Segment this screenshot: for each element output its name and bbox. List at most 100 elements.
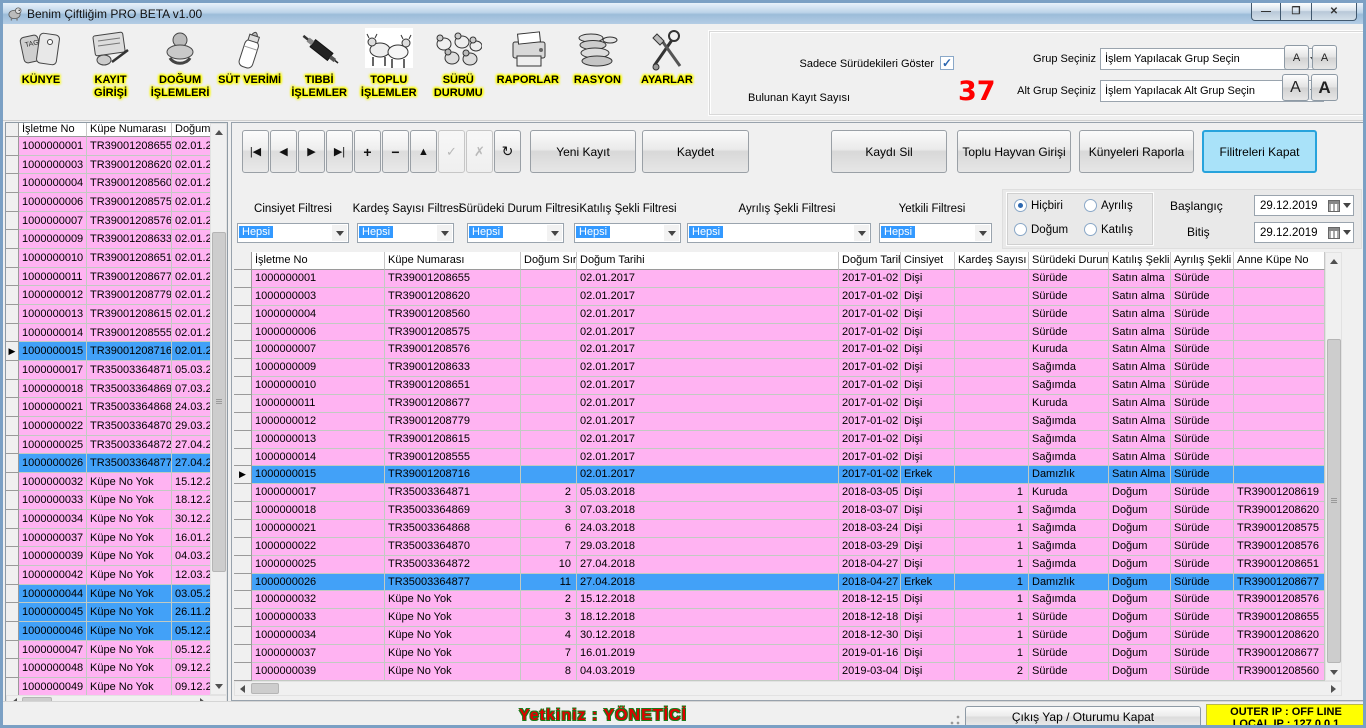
scroll-down-icon[interactable] [1327,665,1341,679]
cell[interactable]: 02.01.2017 [172,193,211,212]
cell[interactable] [955,431,1029,449]
table-row[interactable]: 1000000012TR3900120877902.01.2017 [6,286,211,305]
minimize-button[interactable]: — [1251,3,1281,21]
cell[interactable]: 2017-01-02 [839,341,901,359]
column-header[interactable]: Küpe Numarası [87,123,172,137]
column-header[interactable]: Cinsiyet [901,252,955,270]
cell[interactable]: 05.12.20 [172,641,211,660]
font-size-small-button-1[interactable]: A [1284,45,1309,70]
ayrilis-filter-combo[interactable]: Hepsi [687,223,871,243]
cell[interactable]: TR39001208560 [385,306,521,324]
column-header[interactable]: Doğum Tarihi [839,252,901,270]
cell[interactable]: TR39001208633 [87,230,172,249]
cell[interactable]: 1000000007 [252,341,385,359]
table-row[interactable]: 1000000003TR3900120862002.01.20172017-01… [234,288,1325,306]
cell[interactable]: 2019-03-04 [839,663,901,681]
cell[interactable]: 1000000045 [19,603,87,622]
table-row[interactable]: 1000000009TR3900120863302.01.2017 [6,230,211,249]
cell[interactable]: Sağımda [1029,520,1109,538]
cell[interactable]: 02.01.2017 [172,249,211,268]
cell[interactable]: 1000000015 [19,342,87,361]
table-row-selected[interactable]: 1000000026TR3500336487727.04.2018 [6,454,211,473]
cell[interactable] [955,395,1029,413]
cell[interactable]: Doğum [1109,520,1171,538]
cell[interactable]: 1000000025 [252,556,385,574]
toolbar-toplu-islemler-button[interactable]: TOPLU İŞLEMLER [355,26,423,118]
cell[interactable]: 2017-01-02 [839,306,901,324]
cell[interactable]: Sürüde [1029,609,1109,627]
column-header[interactable]: Doğum Sırası [521,252,577,270]
nav-prior-button[interactable]: ◀ [270,130,297,173]
table-row[interactable]: 1000000001TR3900120865502.01.20172017-01… [234,270,1325,288]
chevron-down-icon[interactable] [332,225,347,241]
cell[interactable]: Sürüde [1171,449,1234,467]
cell[interactable]: Doğum [1109,502,1171,520]
cell[interactable]: 24.03.2018 [172,398,211,417]
cell[interactable]: 09.12.20 [172,678,211,697]
cell[interactable]: 1000000022 [252,538,385,556]
cell[interactable]: Doğum [1109,574,1171,592]
cell[interactable]: 2017-01-02 [839,466,901,484]
cell[interactable]: Dişi [901,413,955,431]
cell[interactable]: TR39001208620 [385,288,521,306]
cell[interactable]: 1000000026 [19,454,87,473]
cell[interactable] [1234,306,1325,324]
cell[interactable]: TR39001208677 [1234,574,1325,592]
cell[interactable] [955,449,1029,467]
cell[interactable]: Sürüde [1171,288,1234,306]
row-selector[interactable]: ▶ [6,342,19,361]
katilis-filter-combo[interactable]: Hepsi [574,223,681,243]
cell[interactable]: Doğum [1109,627,1171,645]
row-selector[interactable] [6,510,19,529]
close-button[interactable]: ✕ [1311,3,1357,21]
table-row[interactable]: 1000000022TR3500336487029.03.2018 [6,417,211,436]
row-selector[interactable] [6,156,19,175]
row-selector[interactable] [6,678,19,697]
table-row[interactable]: 1000000022TR35003364870729.03.20182018-0… [234,538,1325,556]
cell[interactable]: Sağımda [1029,538,1109,556]
cell[interactable]: 1000000032 [19,473,87,492]
cell[interactable]: Sürüde [1171,270,1234,288]
cell[interactable]: Sürüde [1171,431,1234,449]
cinsiyet-filter-combo[interactable]: Hepsi [237,223,349,243]
row-selector[interactable] [234,288,252,306]
chevron-down-icon[interactable] [975,225,990,241]
cell[interactable] [521,306,577,324]
cell[interactable]: 1000000039 [19,547,87,566]
cell[interactable]: Küpe No Yok [87,566,172,585]
nav-insert-button[interactable]: + [354,130,381,173]
chevron-down-icon[interactable] [664,225,679,241]
cell[interactable]: TR39001208560 [87,174,172,193]
cell[interactable]: 27.04.2018 [577,574,839,592]
cell[interactable]: Satın Alma [1109,359,1171,377]
cell[interactable]: 02.01.2017 [172,137,211,156]
cell[interactable]: Sürüde [1171,377,1234,395]
cell[interactable]: Sağımda [1029,413,1109,431]
cell[interactable]: 02.01.2017 [172,324,211,343]
cell[interactable]: Sürüde [1171,627,1234,645]
table-row[interactable]: 1000000034Küpe No Yok30.12.2018 [6,510,211,529]
cell[interactable]: Sürüde [1171,556,1234,574]
cell[interactable]: Sağımda [1029,556,1109,574]
toolbar-dogum-islemleri-button[interactable]: DOĞUM İŞLEMLERİ [146,26,214,118]
column-header[interactable]: Ayrılış Şekli [1171,252,1234,270]
row-selector[interactable] [6,659,19,678]
table-row[interactable]: 1000000010TR3900120865102.01.20172017-01… [234,377,1325,395]
cell[interactable]: Sürüde [1171,341,1234,359]
cell[interactable]: 1000000010 [19,249,87,268]
cell[interactable]: 1000000010 [252,377,385,395]
cell[interactable]: TR39001208716 [87,342,172,361]
cell[interactable] [1234,449,1325,467]
cell[interactable]: Dişi [901,341,955,359]
table-row[interactable]: 1000000047Küpe No Yok05.12.20 [6,641,211,660]
table-row[interactable]: 1000000039Küpe No Yok804.03.20192019-03-… [234,663,1325,681]
table-row[interactable]: 1000000014TR3900120855502.01.20172017-01… [234,449,1325,467]
cell[interactable]: 1000000013 [19,305,87,324]
cell[interactable]: Küpe No Yok [87,603,172,622]
cell[interactable]: 1000000026 [252,574,385,592]
cell[interactable]: Sağımda [1029,449,1109,467]
cell[interactable]: 1 [955,574,1029,592]
cell[interactable]: Dişi [901,359,955,377]
cell[interactable]: Doğum [1109,538,1171,556]
font-size-large-button[interactable]: A [1282,74,1309,101]
